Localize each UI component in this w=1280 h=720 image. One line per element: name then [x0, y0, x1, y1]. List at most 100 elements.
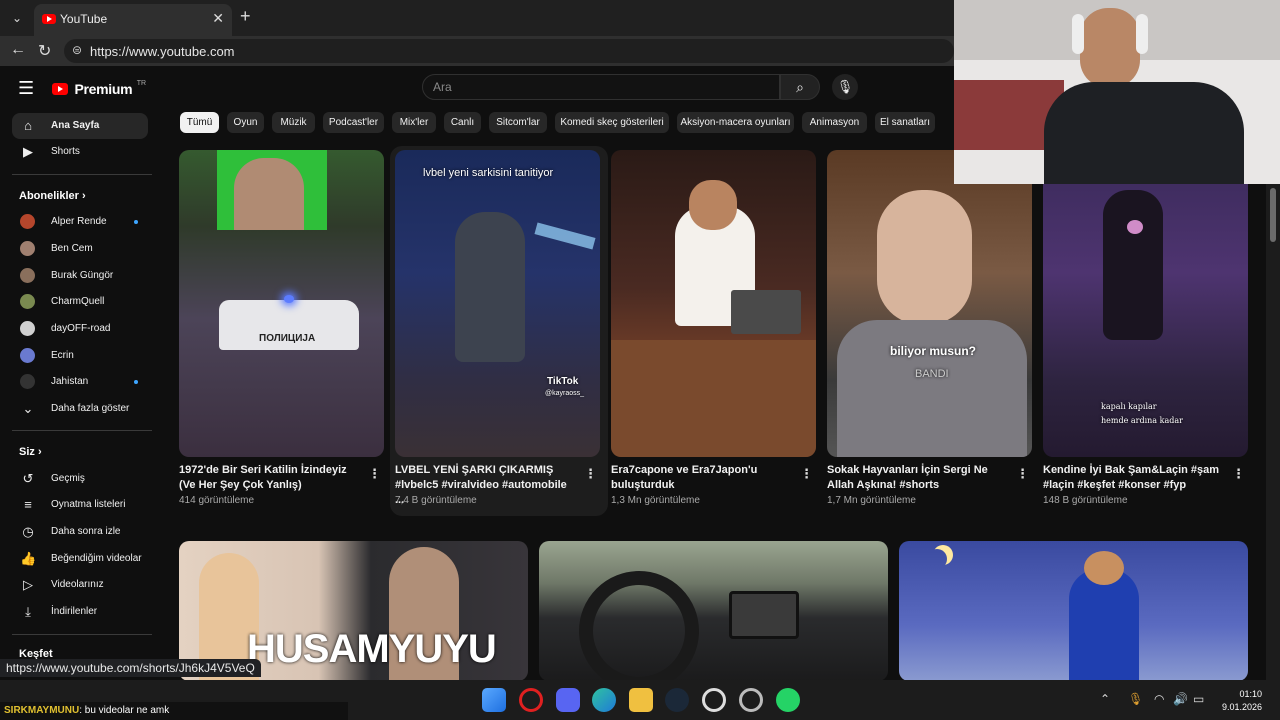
- browser-tab[interactable]: YouTube ✕: [34, 4, 232, 36]
- video-thumbnail[interactable]: [899, 541, 1248, 680]
- sidebar-item-dayoff-road[interactable]: dayOFF-road: [12, 316, 148, 342]
- chip-sitcoms[interactable]: Sitcom'lar: [489, 112, 547, 133]
- short-thumbnail[interactable]: ПОЛИЦИЈА: [179, 150, 384, 457]
- chip-mixes[interactable]: Mix'ler: [392, 112, 436, 133]
- edge-icon[interactable]: [592, 688, 616, 712]
- obs-icon[interactable]: [739, 688, 763, 712]
- stage-light: [534, 222, 596, 250]
- you-heading[interactable]: Siz ›: [19, 446, 42, 458]
- divider: [12, 430, 152, 431]
- sidebar-item-charmquell[interactable]: CharmQuell: [12, 289, 148, 315]
- more-options-icon[interactable]: ⋮: [368, 466, 381, 482]
- scrollbar[interactable]: [1266, 184, 1280, 680]
- windows-start-icon[interactable]: [482, 688, 506, 712]
- reload-icon[interactable]: ↻: [38, 41, 51, 61]
- sidebar-item-your-videos[interactable]: ▷ Videolarınız: [12, 572, 148, 598]
- discord-icon[interactable]: [556, 688, 580, 712]
- opera-icon[interactable]: [519, 688, 543, 712]
- voice-search-button[interactable]: 🎙: [832, 74, 858, 100]
- sidebar-item-label: Daha fazla göster: [51, 403, 130, 414]
- sidebar-item-watch-later[interactable]: ◷ Daha sonra izle: [12, 519, 148, 545]
- battery-icon[interactable]: ▭: [1193, 692, 1204, 706]
- history-icon: ↺: [22, 471, 34, 486]
- sidebar-item-label: dayOFF-road: [51, 323, 111, 334]
- chip-animation[interactable]: Animasyon: [802, 112, 867, 133]
- sidebar-item-playlists[interactable]: ≡ Oynatma listeleri: [12, 492, 148, 518]
- sidebar-item-ecrin[interactable]: Ecrin: [12, 343, 148, 369]
- tab-list-dropdown-icon[interactable]: ⌄: [4, 6, 30, 30]
- search-input[interactable]: Ara: [422, 74, 780, 100]
- more-options-icon[interactable]: ⋮: [1016, 466, 1029, 482]
- file-explorer-icon[interactable]: [629, 688, 653, 712]
- sidebar-item-liked-videos[interactable]: 👍 Beğendiğim videolar: [12, 546, 148, 572]
- chip-action-adventure-games[interactable]: Aksiyon-macera oyunları: [677, 112, 794, 133]
- moon-shape: [927, 549, 947, 569]
- sidebar-item-label: İndirilenler: [51, 606, 98, 617]
- show-more-button[interactable]: ⌄ Daha fazla göster: [12, 396, 148, 422]
- webcam-overlay: [954, 0, 1280, 184]
- downloads-icon: ⤓: [25, 604, 31, 619]
- headphone-right: [1136, 14, 1148, 54]
- person-face: [689, 180, 737, 230]
- sidebar-item-burak-gungor[interactable]: Burak Güngör: [12, 263, 148, 289]
- sidebar-item-history[interactable]: ↺ Geçmiş: [12, 466, 148, 492]
- performer: [1103, 190, 1163, 340]
- url-field[interactable]: ⊜ https://www.youtube.com: [64, 39, 954, 63]
- sidebar-item-label: Oynatma listeleri: [51, 499, 126, 510]
- clock-date: 9.01.2026: [1221, 702, 1262, 712]
- short-views: 7,4 B görüntüleme: [395, 495, 477, 506]
- dashboard-screen: [729, 591, 799, 639]
- system-clock[interactable]: 01:10 9.01.2026: [1222, 688, 1262, 714]
- whatsapp-icon[interactable]: [776, 688, 800, 712]
- short-thumbnail[interactable]: kapalı kapılar hemde ardına kadar: [1043, 150, 1248, 457]
- steam-icon[interactable]: [665, 688, 689, 712]
- headphone-left: [1072, 14, 1084, 54]
- home-icon: ⌂: [24, 118, 32, 133]
- video-thumbnail[interactable]: [539, 541, 888, 680]
- sidebar-item-downloads[interactable]: ⤓ İndirilenler: [12, 599, 148, 625]
- short-title[interactable]: 1972'de Bir Seri Katilin İzindeyiz (Ve H…: [179, 463, 359, 493]
- wifi-icon[interactable]: ◠: [1154, 692, 1164, 706]
- chip-crafts[interactable]: El sanatları: [875, 112, 935, 133]
- chip-podcasts[interactable]: Podcast'ler: [323, 112, 384, 133]
- chevron-down-icon: ⌄: [22, 401, 34, 416]
- streamer-sweater: [1044, 82, 1244, 184]
- sidebar-item-alper-rende[interactable]: Alper Rende: [12, 209, 148, 235]
- subscriptions-heading[interactable]: Abonelikler ›: [19, 190, 86, 202]
- microphone-in-use-icon[interactable]: 🎙: [1128, 692, 1143, 706]
- short-title[interactable]: Sokak Hayvanları İçin Sergi Ne Allah Aşk…: [827, 463, 1007, 493]
- steelseries-icon[interactable]: [702, 688, 726, 712]
- short-thumbnail[interactable]: biliyor musun? BANDI: [827, 150, 1032, 457]
- chip-music[interactable]: Müzik: [272, 112, 315, 133]
- short-views: 148 B görüntüleme: [1043, 495, 1128, 506]
- menu-icon[interactable]: ☰: [18, 78, 34, 99]
- show-hidden-icons-icon[interactable]: ⌃: [1100, 692, 1110, 706]
- short-title[interactable]: Kendine İyi Bak Şam&Laçin #şam #laçin #k…: [1043, 463, 1223, 493]
- search-button[interactable]: ⌕: [780, 74, 820, 100]
- sidebar-item-shorts[interactable]: ▶ Shorts: [12, 139, 148, 165]
- sidebar-item-ben-cem[interactable]: Ben Cem: [12, 236, 148, 262]
- new-tab-icon[interactable]: +: [240, 6, 251, 27]
- youtube-favicon-icon: [42, 14, 56, 24]
- chip-all[interactable]: Tümü: [180, 112, 219, 133]
- youtube-logo[interactable]: Premium TR: [52, 80, 146, 98]
- chip-gaming[interactable]: Oyun: [227, 112, 264, 133]
- sidebar-item-label: Shorts: [51, 146, 80, 157]
- thumbnail-overlay-logo: BANDI: [915, 368, 949, 380]
- more-options-icon[interactable]: ⋮: [800, 466, 813, 482]
- sidebar-item-home[interactable]: ⌂ Ana Sayfa: [12, 113, 148, 139]
- short-thumbnail[interactable]: lvbel yeni sarkisini tanitiyor TikTok @k…: [395, 150, 600, 457]
- chip-sketch-comedy[interactable]: Komedi skeç gösterileri: [555, 112, 669, 133]
- more-options-icon[interactable]: ⋮: [1232, 466, 1245, 482]
- sidebar-item-jahistan[interactable]: Jahistan: [12, 369, 148, 395]
- back-icon[interactable]: ←: [10, 41, 26, 59]
- more-options-icon[interactable]: ⋮: [584, 466, 597, 482]
- site-info-icon[interactable]: ⊜: [72, 43, 82, 57]
- short-thumbnail[interactable]: [611, 150, 816, 457]
- volume-icon[interactable]: 🔊: [1173, 692, 1188, 706]
- close-tab-icon[interactable]: ✕: [212, 10, 224, 27]
- short-title[interactable]: Era7capone ve Era7Japon'u buluşturduk: [611, 463, 791, 493]
- scrollbar-thumb[interactable]: [1270, 188, 1276, 242]
- chip-live[interactable]: Canlı: [444, 112, 481, 133]
- category-chips: Tümü Oyun Müzik Podcast'ler Mix'ler Canl…: [180, 112, 960, 136]
